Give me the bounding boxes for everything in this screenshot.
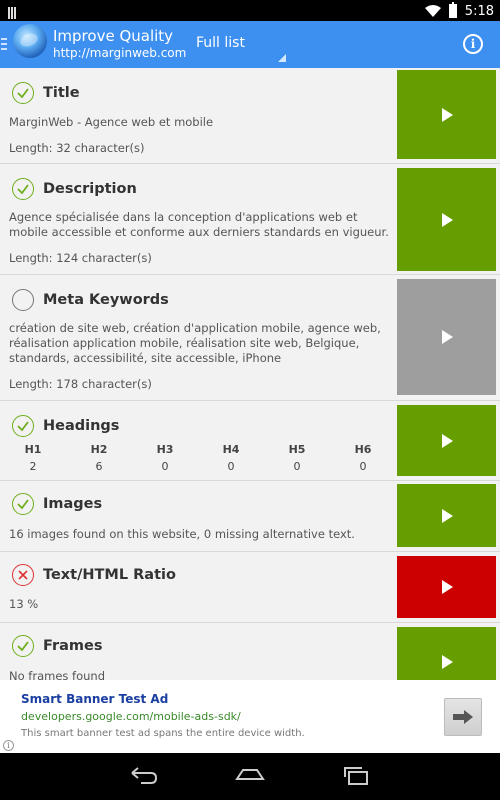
check-icon — [12, 82, 34, 104]
item-title: Meta Keywords — [43, 292, 169, 308]
error-x-icon — [12, 564, 34, 586]
item-description: Agence spécialisée dans la conception d'… — [9, 210, 389, 239]
heading-count: 2 — [29, 460, 37, 473]
item-title: Frames — [43, 638, 103, 654]
play-icon — [441, 330, 453, 344]
ad-description: This smart banner test ad spans the enti… — [21, 728, 305, 739]
recent-apps-icon — [344, 767, 368, 785]
heading-label: H6 — [354, 443, 372, 456]
details-button[interactable] — [397, 556, 496, 618]
heading-count: 0 — [161, 460, 169, 473]
heading-count: 0 — [227, 460, 235, 473]
app-subtitle: http://marginweb.com — [53, 46, 187, 60]
system-nav-bar — [0, 753, 500, 800]
list-item-title: Title MarginWeb - Agence web et mobile L… — [0, 68, 500, 164]
details-button[interactable] — [397, 627, 496, 680]
list-filter-spinner[interactable]: Full list — [196, 35, 245, 51]
back-icon — [131, 767, 158, 784]
spinner-arrow-icon — [278, 54, 286, 62]
wifi-icon — [424, 5, 441, 17]
check-icon — [12, 635, 34, 657]
list-item-meta-keywords: Meta Keywords création de site web, créa… — [0, 275, 500, 401]
drawer-icon[interactable] — [1, 38, 7, 50]
item-length: Length: 124 character(s) — [9, 251, 152, 265]
play-icon — [441, 655, 453, 669]
app-title: Improve Quality — [53, 27, 174, 45]
recent-apps-button[interactable] — [342, 765, 372, 787]
heading-count: 0 — [293, 460, 301, 473]
item-length: Length: 178 character(s) — [9, 377, 152, 391]
status-time: 5:18 — [464, 3, 494, 19]
item-description: création de site web, création d'applica… — [9, 321, 381, 365]
play-icon — [441, 433, 453, 448]
ad-info-icon[interactable]: i — [3, 740, 14, 751]
arrow-right-icon — [453, 710, 473, 724]
heading-label: H2 — [90, 443, 108, 456]
battery-icon — [448, 2, 457, 18]
play-icon — [441, 107, 453, 122]
item-description: MarginWeb - Agence web et mobile — [9, 115, 214, 129]
heading-count: 0 — [359, 460, 367, 473]
item-description: No frames found — [9, 669, 106, 680]
ad-banner[interactable]: Smart Banner Test Ad developers.google.c… — [0, 680, 500, 753]
details-button[interactable] — [397, 279, 496, 395]
check-icon — [12, 415, 34, 437]
item-title: Description — [43, 181, 137, 197]
heading-label: H3 — [156, 443, 174, 456]
heading-label: H1 — [24, 443, 42, 456]
details-button[interactable] — [397, 70, 496, 159]
list-item-text-html-ratio: Text/HTML Ratio 13 % — [0, 552, 500, 623]
details-button[interactable] — [397, 168, 496, 271]
play-icon — [441, 508, 453, 523]
home-icon — [235, 769, 265, 780]
item-title: Headings — [43, 418, 120, 434]
play-icon — [441, 212, 453, 227]
check-icon — [12, 178, 34, 200]
item-description: 13 % — [9, 597, 39, 611]
play-icon — [441, 580, 453, 594]
item-title: Text/HTML Ratio — [43, 567, 176, 583]
results-list[interactable]: Title MarginWeb - Agence web et mobile L… — [0, 68, 500, 680]
ad-go-button[interactable] — [444, 698, 482, 736]
list-item-description: Description Agence spécialisée dans la c… — [0, 164, 500, 275]
list-item-headings: Headings H1 2 H2 6 H3 0 H4 0 H5 0 H6 0 — [0, 401, 500, 481]
ad-url[interactable]: developers.google.com/mobile-ads-sdk/ — [21, 710, 241, 723]
item-description: 16 images found on this website, 0 missi… — [9, 527, 355, 541]
back-button[interactable] — [129, 765, 159, 787]
info-icon[interactable]: i — [463, 34, 483, 54]
ad-title[interactable]: Smart Banner Test Ad — [21, 692, 168, 706]
heading-label: H5 — [288, 443, 306, 456]
list-item-images: Images 16 images found on this website, … — [0, 481, 500, 552]
action-bar: Improve Quality http://marginweb.com Ful… — [0, 21, 500, 68]
heading-count: 6 — [95, 460, 103, 473]
heading-label: H4 — [222, 443, 240, 456]
details-button[interactable] — [397, 405, 496, 476]
item-length: Length: 32 character(s) — [9, 141, 145, 155]
item-title: Title — [43, 85, 80, 101]
item-title: Images — [43, 496, 103, 512]
details-button[interactable] — [397, 484, 496, 547]
unchecked-circle-icon — [12, 289, 34, 311]
notification-icon — [8, 4, 18, 19]
headings-table: H1 2 H2 6 H3 0 H4 0 H5 0 H6 0 — [0, 443, 396, 473]
app-logo-globe-icon[interactable] — [13, 24, 47, 58]
list-item-frames: Frames No frames found — [0, 623, 500, 680]
home-button[interactable] — [235, 765, 265, 787]
check-icon — [12, 493, 34, 515]
status-bar: 5:18 — [0, 0, 500, 21]
